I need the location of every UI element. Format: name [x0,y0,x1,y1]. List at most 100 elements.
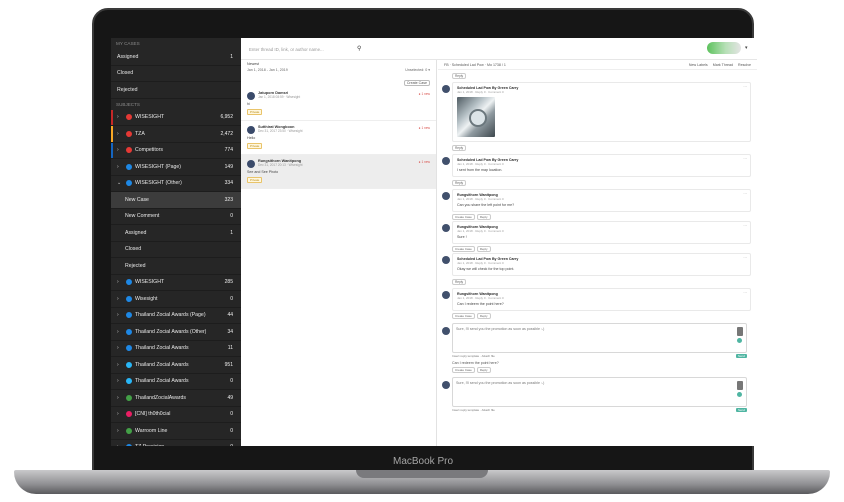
message-action-button[interactable]: Reply [476,313,491,319]
message-action-button[interactable]: Create Case [452,367,475,373]
message-action-button[interactable]: Reply [476,214,491,220]
chevron-right-icon[interactable]: › [117,444,123,446]
my-cases-item-closed[interactable]: Closed [111,66,241,82]
sidebar-subject[interactable]: › TZ Precision0 [111,440,241,446]
user-avatar[interactable] [707,42,741,54]
list-sort[interactable]: Newest [241,60,436,67]
search-input[interactable]: Enter thread ID, link, or author name... [247,44,367,55]
more-options-icon[interactable]: ⋯ [743,291,747,295]
more-options-icon[interactable]: ⋯ [743,224,747,228]
reply-button[interactable]: Reply [452,73,467,79]
sidebar-subject[interactable]: ⌄ WISESIGHT (Other) 334 [111,176,241,192]
status-badge: Private [247,109,263,115]
chevron-right-icon[interactable]: › [117,164,123,170]
thread-action-button[interactable]: New Labels [689,63,708,67]
reply-template-link[interactable]: Insert reply template · Attach file [452,354,495,358]
subjects-title: SUBJECTS [116,101,140,107]
sidebar-item-count: 49 [227,394,233,401]
search-icon[interactable]: ⚲ [357,45,361,52]
sidebar-subject[interactable]: › Wisesight 0 [111,291,241,308]
chevron-right-icon[interactable]: › [117,378,123,384]
more-options-icon[interactable]: ⋯ [743,256,747,260]
chevron-right-icon[interactable]: › [117,411,123,417]
sidebar-subject[interactable]: › ThailandZocialAwards 49 [111,390,241,407]
sidebar-subject[interactable]: › [CNI] th0th0cial 0 [111,407,241,423]
thread-message[interactable]: Rungsithorn Wanitpong Jan 1, 2018 · Reply… [442,288,751,311]
chevron-right-icon[interactable]: › [117,312,123,318]
sidebar-subject[interactable]: › Thailand Zocial Awards 0 [111,374,241,390]
message-action-button[interactable]: Reply [476,246,491,252]
list-item[interactable]: Sutthirat Wongboon Dec 31, 2017 23:50 · W… [241,121,436,155]
sidebar-item-count: 1 [230,53,233,60]
send-button[interactable]: Send [735,354,747,358]
chevron-right-icon[interactable]: › [117,395,123,401]
reply-button[interactable]: Reply [452,180,467,186]
sidebar-subitem[interactable]: New Comment 0 [111,209,241,225]
chevron-right-icon[interactable]: › [117,296,123,302]
more-options-icon[interactable]: ⋯ [743,192,747,196]
chevron-right-icon[interactable]: › [117,279,123,285]
my-cases-item-rejected[interactable]: Rejected [111,82,241,99]
list-item[interactable]: Rungsithorn Wanitpong Dec 31, 2017 20:13 … [241,155,436,189]
sidebar-subject[interactable]: › Thailand Zocial Awards (Other) 34 [111,324,241,341]
chevron-right-icon[interactable]: › [117,362,123,368]
thread-message[interactable]: Rungsithorn Wanitpong Jan 1, 2018 · Reply… [442,189,751,212]
reply-composer[interactable]: Sure, I'll send you the promotion as soo… [442,323,747,353]
sidebar-subject[interactable]: › Thailand Zocial Awards (Page) 44 [111,308,241,324]
chevron-down-icon[interactable]: ▾ [745,45,748,51]
send-button[interactable]: Send [735,408,747,412]
attachment-icon[interactable] [737,327,743,336]
more-options-icon[interactable]: ⋯ [743,85,747,89]
create-case-button[interactable]: Create Case [403,80,430,86]
thread-message[interactable]: Scheduled Lad Pow By Green Carry Jan 1, 2… [442,154,751,177]
reply-composer[interactable]: Sure, I'll send you the promotion as soo… [442,377,747,407]
more-options-icon[interactable]: ⋯ [743,157,747,161]
reply-button[interactable]: Reply [452,279,467,285]
sidebar-item-count: 0 [230,213,233,220]
thread-action-button[interactable]: Resolve [738,63,751,67]
chevron-right-icon[interactable]: › [117,329,123,335]
sidebar-subject[interactable]: › WISESIGHT (Page) 149 [111,159,241,176]
sidebar-subitem[interactable]: Closed [111,242,241,258]
list-item[interactable]: Jatuporn Damsri Jan 1, 2018 08:59 · Wises… [241,87,436,121]
composer-text[interactable]: Sure, I'll send you the promotion as soo… [456,327,743,331]
chevron-right-icon[interactable]: › [117,428,123,434]
sidebar-subject[interactable]: › WISESIGHT 6,952 [111,109,241,126]
message-action-button[interactable]: Create Case [452,313,475,319]
sidebar-subject[interactable]: › TZA 2,472 [111,126,241,143]
date-range-filter[interactable]: Jan 1, 2018 - Jan 1, 2019 [247,68,288,80]
attachment-icon[interactable] [737,381,743,390]
avatar [442,224,450,232]
composer-text[interactable]: Sure, I'll send you the promotion as soo… [456,381,743,385]
chevron-right-icon[interactable]: › [117,147,123,153]
sidebar-subject[interactable]: › WISESIGHT 285 [111,275,241,291]
thread-message[interactable]: Rungsithorn Wanitpong Jan 1, 2018 · Reply… [442,221,751,244]
sidebar-item-label: Thailand Zocial Awards (Other) [135,328,207,335]
thread-message[interactable]: Scheduled Lad Pow By Green Carry Jan 1, 2… [442,82,751,142]
thread-message[interactable]: Scheduled Lad Pow By Green Carry Jan 1, 2… [442,253,751,276]
post-meta: Jan 1, 2018 08:59 · Wisesight [258,95,301,99]
emoji-icon[interactable] [737,338,742,343]
my-cases-item-assigned[interactable]: Assigned 1 [111,49,241,66]
sidebar-subject[interactable]: › Thailand Zocial Awards 11 [111,341,241,357]
unselected-filter[interactable]: Unselected: 0 ▾ [405,68,430,80]
reply-template-link[interactable]: Insert reply template · Attach file [452,408,495,412]
chevron-right-icon[interactable]: › [117,131,123,137]
message-action-button[interactable]: Create Case [452,214,475,220]
sidebar-subitem[interactable]: New Case 323 [111,192,241,209]
message-action-button[interactable]: Reply [476,367,491,373]
sidebar-subject[interactable]: › Competitors 774 [111,142,241,159]
reply-button[interactable]: Reply [452,145,467,151]
thread-action-button[interactable]: Mark Thread [713,63,733,67]
message-action-button[interactable]: Create Case [452,246,475,252]
sidebar-subject[interactable]: › Thailand Zocial Awards 951 [111,357,241,374]
chevron-right-icon[interactable]: › [117,345,123,351]
sidebar-subject[interactable]: › Warroom Line 0 [111,423,241,440]
emoji-icon[interactable] [737,392,742,397]
chevron-right-icon[interactable]: › [117,114,123,120]
chevron-down-icon[interactable]: ⌄ [117,180,123,186]
sidebar-subitem[interactable]: Rejected [111,258,241,275]
sidebar-subitem[interactable]: Assigned 1 [111,225,241,242]
message-photo[interactable] [457,97,495,137]
sidebar-item-count: 34 [227,328,233,335]
